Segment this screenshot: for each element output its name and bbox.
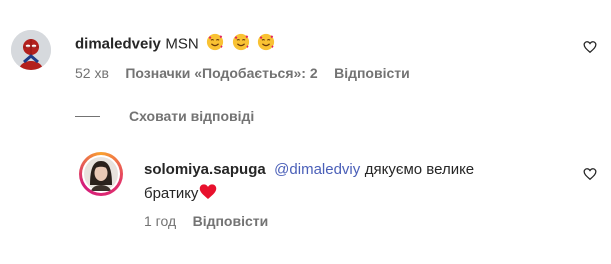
comment-meta: 52 хв Позначки «Подобається»: 2 Відповіс… [75, 65, 410, 83]
profile-photo-icon [84, 157, 118, 191]
comment-username[interactable]: dimaledveiy [75, 36, 161, 53]
red-heart-icon [199, 183, 217, 208]
reply-time[interactable]: 1 год [144, 213, 176, 229]
reply-username[interactable]: solomiya.sapuga [144, 161, 266, 178]
divider-line [75, 116, 100, 117]
reply-button[interactable]: Відповісти [334, 65, 410, 81]
smiling-face-with-hearts-icon [257, 33, 275, 56]
spiderman-avatar-icon [11, 30, 51, 70]
avatar[interactable] [11, 30, 51, 70]
comment: dimaledveiy MSN 52 хв Позначки «Подобаєт… [0, 0, 611, 100]
comment-time[interactable]: 52 хв [75, 65, 109, 81]
smiling-face-with-hearts-icon [232, 33, 250, 56]
avatar-story-ring[interactable] [79, 152, 123, 196]
likes-count-link[interactable]: Позначки «Подобається»: 2 [125, 65, 317, 81]
reply: solomiya.sapuga @dimaledviy дякуємо вели… [0, 140, 611, 240]
reply-mention-link[interactable]: @dimaledviy [274, 161, 360, 178]
like-heart-icon[interactable] [583, 167, 599, 183]
comment-text: MSN [165, 35, 199, 53]
reply-text-line1: дякуємо велике [364, 161, 475, 178]
avatar [82, 155, 120, 193]
like-heart-icon[interactable] [583, 40, 599, 56]
comment-header: dimaledveiy MSN [75, 33, 275, 55]
hide-replies-label: Сховати відповіді [129, 108, 255, 124]
smiling-face-with-hearts-icon [206, 33, 224, 56]
reply-meta: 1 год Відповісти [144, 213, 268, 231]
reply-text-line2: братику [144, 185, 199, 202]
reply-body: solomiya.sapuga @dimaledviy дякуємо вели… [144, 158, 564, 208]
reply-reply-button[interactable]: Відповісти [193, 213, 269, 229]
